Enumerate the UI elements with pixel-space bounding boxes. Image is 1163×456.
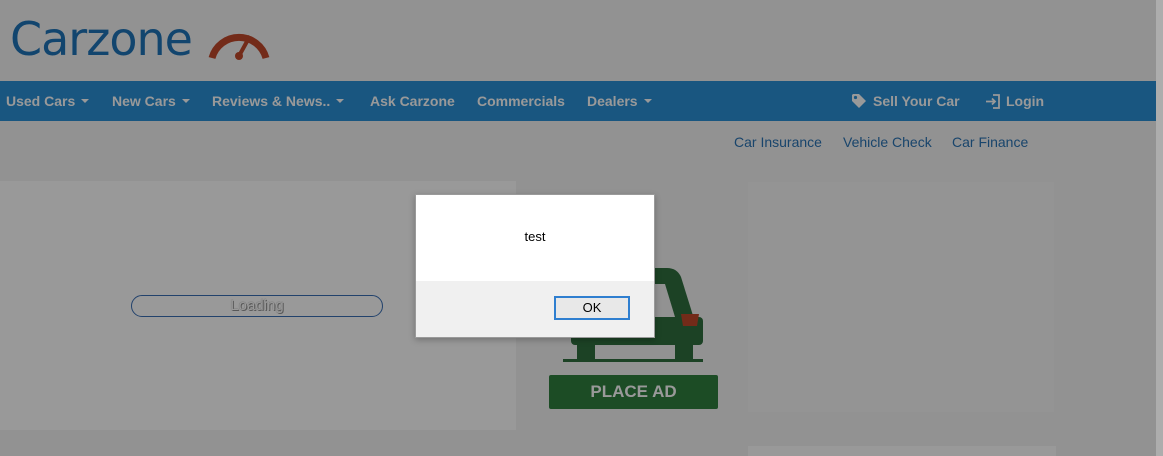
alert-message: test xyxy=(524,229,546,244)
alert-dialog: test OK xyxy=(415,194,655,338)
alert-footer: OK xyxy=(416,281,654,337)
scrollbar-track[interactable] xyxy=(1156,0,1163,456)
ok-button[interactable]: OK xyxy=(554,296,630,320)
